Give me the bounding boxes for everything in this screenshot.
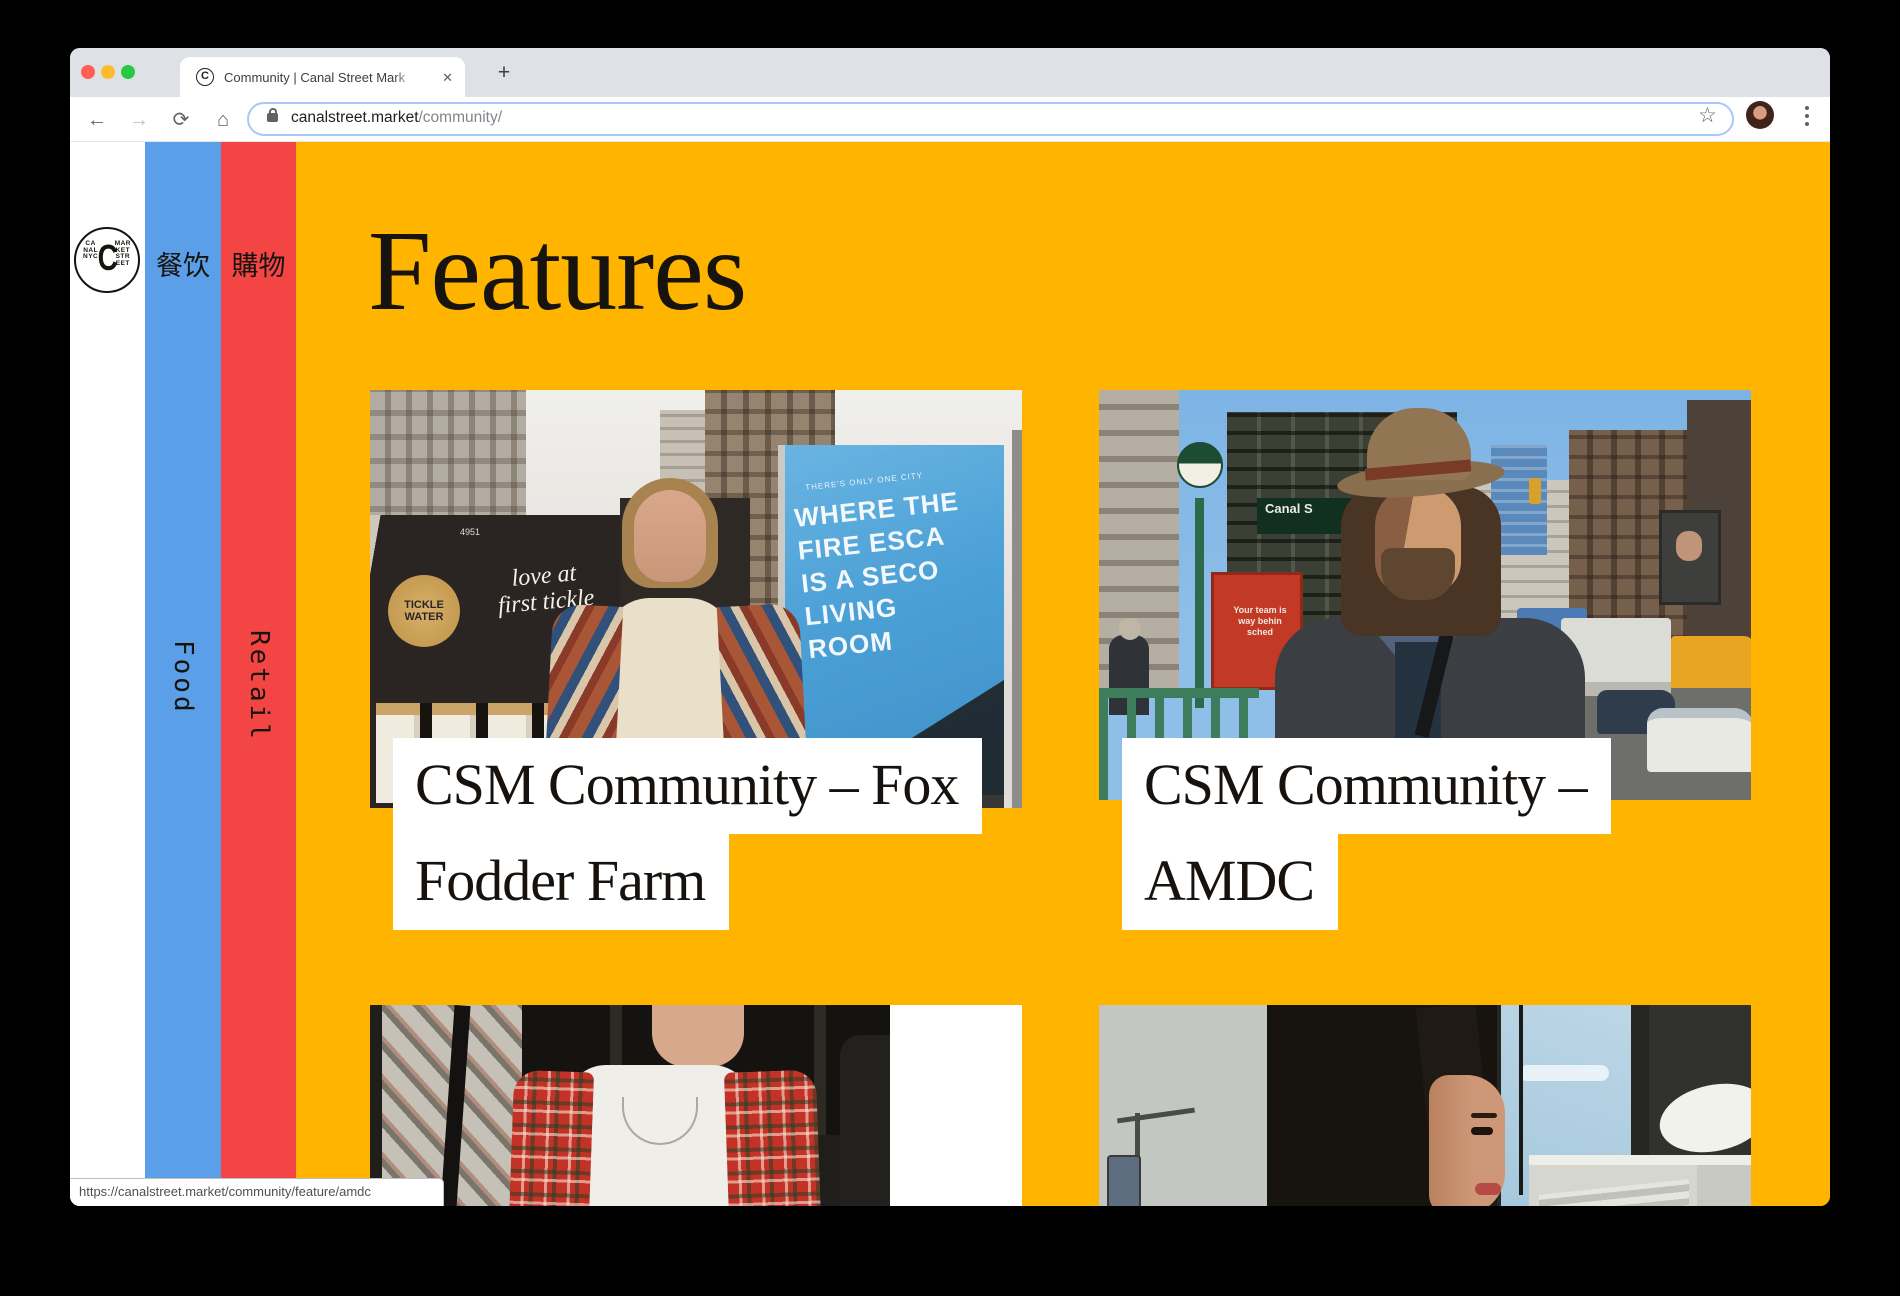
card-title-line1: CSM Community – Fox: [393, 738, 982, 834]
photo-billboard: [1659, 510, 1721, 605]
subway-lamp-pole: [1195, 498, 1204, 708]
card-title-line2: AMDC: [1122, 834, 1338, 930]
logo-right-text: MAR KET STR EET: [115, 241, 131, 267]
card-photo: [1099, 1005, 1751, 1206]
ac-side-panel: [1697, 1165, 1751, 1206]
tickle-water-badge: TICKLE WATER: [388, 575, 460, 647]
traffic-light-minimize[interactable]: [101, 65, 115, 79]
tab-favicon-icon: C: [196, 68, 214, 86]
billboard-figure: [1676, 531, 1702, 561]
feature-card-amdc[interactable]: Canal S Your team is way behin sched: [1099, 390, 1751, 1078]
canal-st-sign: Canal S: [1257, 498, 1353, 534]
woman-eyebrow: [1471, 1113, 1497, 1118]
air-conditioner: [1529, 1155, 1751, 1206]
wall-device: [1107, 1155, 1141, 1206]
card-title-line1: CSM Community –: [1122, 738, 1611, 834]
machine-number: 4951: [460, 527, 480, 537]
poster-kicker-text: THERE'S ONLY ONE CITY: [805, 471, 924, 492]
lock-icon: [267, 113, 278, 122]
nav-food-label[interactable]: Food: [168, 640, 198, 715]
browser-toolbar: ← → ⟳ ⌂ canalstreet.market/community/ ☆: [70, 97, 1830, 142]
woman-face: [634, 490, 706, 582]
tab-close-icon[interactable]: ✕: [442, 70, 453, 86]
tab-bar: C Community | Canal Street Mark ✕ +: [70, 48, 1830, 97]
new-tab-button[interactable]: +: [490, 60, 518, 88]
url-domain: canalstreet.market: [291, 109, 419, 126]
sky-cloud: [1519, 1065, 1609, 1081]
nav-retail-zh[interactable]: 購物: [221, 244, 296, 283]
home-button[interactable]: ⌂: [208, 105, 238, 135]
sidebar-logo-column: CA NAL NYC C MAR KET STR EET: [70, 142, 145, 1206]
url-bar[interactable]: canalstreet.market/community/: [247, 102, 1734, 136]
school-bus: [1671, 636, 1751, 688]
back-button[interactable]: ←: [82, 105, 112, 135]
person-chin: [652, 1005, 744, 1067]
url-path: /community/: [419, 109, 503, 126]
man-beard: [1381, 548, 1455, 600]
pedestrian-head: [1119, 618, 1141, 640]
nav-retail-label[interactable]: Retail: [244, 630, 274, 742]
photo-frame-right: [1012, 430, 1022, 808]
poster-text: WHERE THE FIRE ESCA IS A SECO LIVING ROO…: [793, 485, 974, 666]
plaid-shirt-right: [724, 1070, 828, 1206]
browser-window: C Community | Canal Street Mark ✕ + ← → …: [70, 48, 1830, 1206]
card-title-line2: Fodder Farm: [393, 834, 729, 930]
bookmark-star-icon[interactable]: ☆: [1698, 103, 1717, 128]
status-bar: https://canalstreet.market/community/fea…: [70, 1178, 444, 1206]
traffic-signal: [1529, 478, 1541, 504]
woman-eye: [1471, 1127, 1493, 1135]
url-text[interactable]: canalstreet.market/community/: [291, 109, 502, 127]
card-title[interactable]: CSM Community – AMDC: [1122, 738, 1611, 930]
tab-title-fade: [394, 68, 424, 88]
page-content: CA NAL NYC C MAR KET STR EET 餐饮 購物 Food …: [70, 142, 1830, 1206]
feature-card-bottom-left[interactable]: [370, 1005, 1022, 1206]
page-title: Features: [368, 214, 746, 328]
subway-railing-top: [1099, 688, 1259, 698]
white-car: [1647, 708, 1751, 772]
subway-lamp-globe: [1177, 442, 1223, 488]
blind-cord: [1519, 1005, 1523, 1195]
nav-food-zh[interactable]: 餐饮: [145, 244, 221, 283]
feature-card-fox-fodder-farm[interactable]: 4951 TICKLE WATER love at first tickle T…: [370, 390, 1022, 1078]
profile-avatar[interactable]: [1746, 101, 1774, 129]
feature-card-bottom-right[interactable]: [1099, 1005, 1751, 1206]
photo-white-panel: [890, 1005, 1022, 1206]
forward-button[interactable]: →: [124, 105, 154, 135]
card-photo: [370, 1005, 1022, 1206]
ac-vents: [1539, 1179, 1689, 1206]
plaid-shirt-left: [502, 1070, 594, 1206]
traffic-light-close[interactable]: [81, 65, 95, 79]
tickle-water-badge-text: TICKLE WATER: [388, 575, 460, 647]
red-poster-text: Your team is way behin sched: [1220, 605, 1300, 638]
reload-button[interactable]: ⟳: [166, 105, 196, 135]
menu-dots-button[interactable]: [1798, 104, 1816, 130]
browser-tab[interactable]: C Community | Canal Street Mark ✕: [180, 57, 465, 97]
card-title[interactable]: CSM Community – Fox Fodder Farm: [393, 738, 982, 930]
woman-lips: [1475, 1183, 1501, 1195]
status-url: https://canalstreet.market/community/fea…: [79, 1184, 371, 1199]
canal-street-market-logo[interactable]: CA NAL NYC C MAR KET STR EET: [74, 227, 140, 293]
traffic-light-zoom[interactable]: [121, 65, 135, 79]
